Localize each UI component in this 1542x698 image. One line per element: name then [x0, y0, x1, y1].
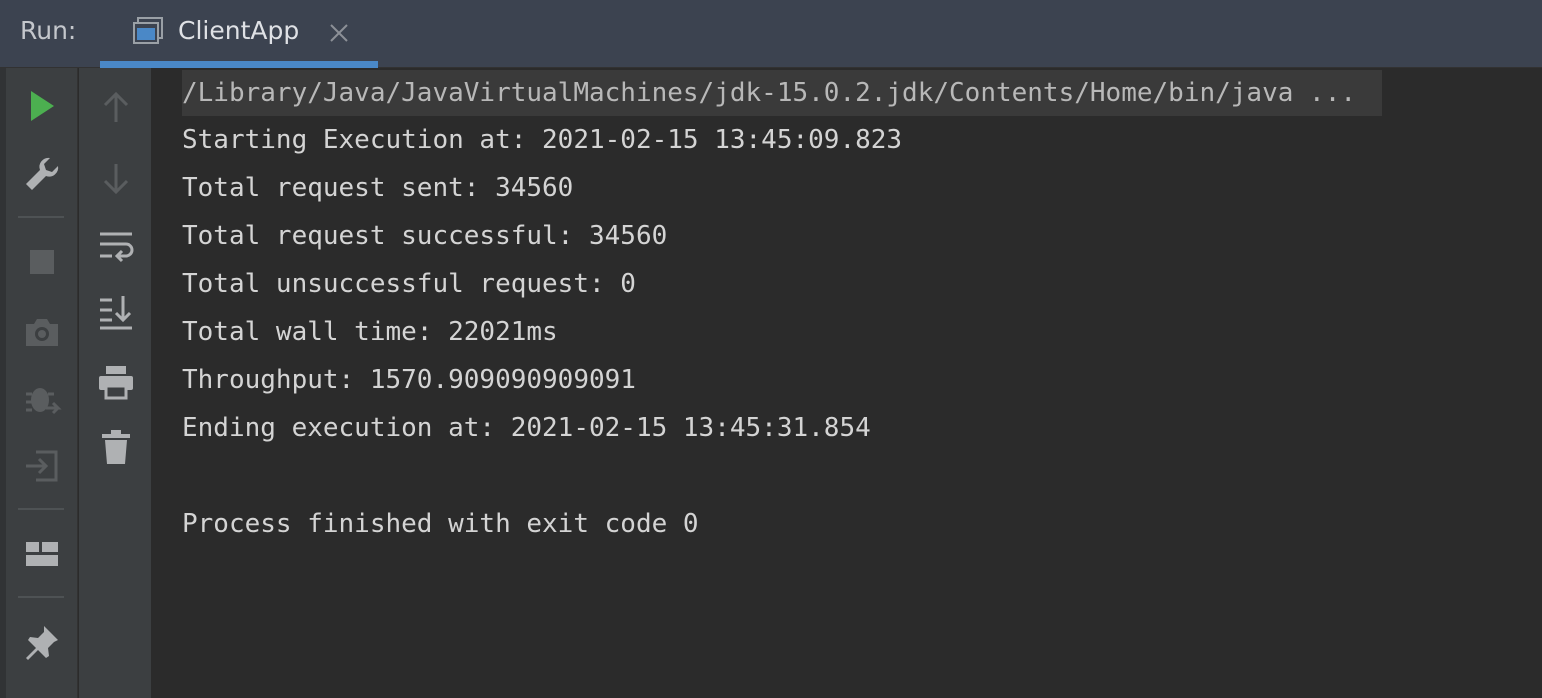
layout-button[interactable]	[22, 534, 62, 574]
console-window-icon	[132, 16, 164, 48]
print-button[interactable]	[96, 362, 136, 402]
stop-button[interactable]	[22, 242, 62, 282]
tab-title: ClientApp	[178, 16, 300, 45]
pin-icon	[26, 626, 58, 660]
exit-message: Process finished with exit code 0	[182, 509, 699, 539]
arrow-down-icon	[103, 164, 129, 195]
exit-button[interactable]	[22, 446, 62, 486]
toolbar-separator	[18, 508, 64, 510]
command-line[interactable]: /Library/Java/JavaVirtualMachines/jdk-15…	[182, 70, 1382, 116]
run-tool-window-header: Run: ClientApp	[0, 0, 1542, 68]
scroll-up-button[interactable]	[96, 88, 136, 128]
bug-icon	[26, 388, 62, 415]
tab-clientapp[interactable]: ClientApp	[100, 0, 378, 68]
close-icon[interactable]	[328, 22, 350, 44]
run-label: Run:	[20, 16, 77, 45]
layout-icon	[26, 542, 58, 566]
console-line: Total wall time: 22021ms	[182, 317, 558, 347]
exit-icon	[26, 450, 58, 482]
console-line: Throughput: 1570.909090909091	[182, 365, 636, 395]
active-tab-indicator	[100, 61, 378, 68]
scroll-to-end-icon	[100, 296, 132, 330]
console-line: Total request sent: 34560	[182, 173, 574, 203]
arrow-up-icon	[103, 91, 129, 122]
console-line: Ending execution at: 2021-02-15 13:45:31…	[182, 413, 871, 443]
scroll-down-button[interactable]	[96, 158, 136, 198]
stop-icon	[30, 250, 54, 274]
toolbar-separator	[18, 216, 64, 218]
rerun-button[interactable]	[22, 86, 62, 126]
clear-all-button[interactable]	[96, 428, 136, 468]
edit-configuration-button[interactable]	[22, 154, 62, 194]
soft-wrap-button[interactable]	[96, 226, 136, 266]
console-line: Total unsuccessful request: 0	[182, 269, 636, 299]
console-line: Starting Execution at: 2021-02-15 13:45:…	[182, 125, 903, 155]
toolbar-separator	[18, 596, 64, 598]
trash-icon	[102, 430, 130, 464]
debug-button[interactable]	[22, 378, 62, 418]
pin-tab-button[interactable]	[22, 622, 62, 662]
soft-wrap-icon	[100, 232, 134, 263]
scroll-to-end-button[interactable]	[96, 292, 136, 332]
printer-icon	[99, 366, 133, 400]
console-toolbar	[79, 68, 152, 698]
run-toolbar	[6, 68, 78, 698]
console-output[interactable]: /Library/Java/JavaVirtualMachines/jdk-15…	[152, 68, 1542, 698]
camera-icon	[26, 319, 58, 346]
console-line: Total request successful: 34560	[182, 221, 668, 251]
wrench-icon	[26, 157, 59, 190]
play-icon	[31, 91, 54, 121]
dump-threads-button[interactable]	[22, 312, 62, 352]
